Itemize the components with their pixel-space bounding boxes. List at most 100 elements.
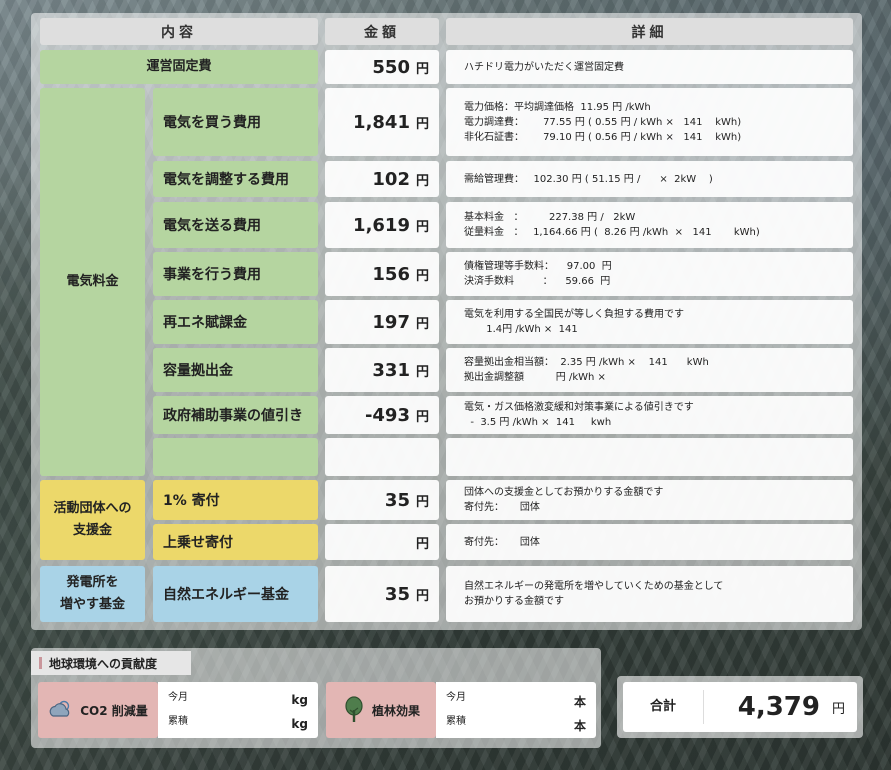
yen-unit: 円 (415, 588, 429, 604)
category-support: 活動団体への 支援金 (40, 480, 145, 560)
detail-line: 債権管理等手数料： 97.00 円 (464, 261, 612, 272)
tree-icon (345, 696, 363, 722)
row-buy-detail: 電力価格：平均調達価格 11.95 円 /kWh 電力調達費： 77.55 円 … (446, 88, 853, 156)
detail-line: 従量料金 ： 1,164.66 円 ( 8.26 円 /kWh × 141 kW… (464, 227, 760, 238)
row-fixed-detail: ハチドリ電力がいただく運営固定費 (446, 50, 853, 84)
detail-line: 自然エネルギーの発電所を増やしていくための基金として (464, 581, 724, 592)
amount-value: 197 (372, 311, 410, 333)
row-send-label: 電気を送る費用 (153, 202, 318, 248)
row-subsidy-detail: 電気・ガス価格激変緩和対策事業による値引きです - 3.5 円 /kWh × 1… (446, 396, 853, 434)
category-line: 活動団体への (53, 501, 132, 516)
row-subsidy-amount: -493 円 (325, 396, 439, 434)
yen-unit: 円 (415, 219, 429, 235)
detail-line: 基本料金 ： 227.38 円 / 2kW (464, 212, 636, 223)
row-fixed-amount: 550 円 (325, 50, 439, 84)
trees-this-month-unit: 本 (573, 695, 586, 709)
row-adjust-detail: 需給管理費： 102.30 円 ( 51.15 円 / × 2kW ) (446, 161, 853, 197)
detail-line: 電気を利用する全国民が等しく負担する費用です (464, 309, 684, 320)
yen-unit: 円 (415, 61, 429, 77)
row-buy-amount: 1,841 円 (325, 88, 439, 156)
co2-label-box: CO2 削減量 (38, 682, 158, 738)
yen-unit: 円 (415, 536, 429, 552)
amount-value: 156 (372, 263, 410, 285)
detail-line: 決済手数料 ： 59.66 円 (464, 276, 611, 287)
detail-line: 団体への支援金としてお預かりする金額です (464, 487, 664, 498)
row-fixed-label: 運営固定費 (40, 50, 318, 84)
co2-cumulative-label: 累積 (168, 716, 188, 727)
amount-value: 331 (372, 359, 410, 381)
category-electricity: 電気料金 (40, 88, 145, 476)
detail-line: 電力価格：平均調達価格 11.95 円 /kWh (464, 101, 651, 113)
yen-unit: 円 (415, 316, 429, 332)
row-empty-label (153, 438, 318, 476)
row-empty-detail (446, 438, 853, 476)
trees-values: 今月本 累積本 (436, 682, 596, 738)
row-buy-label: 電気を買う費用 (153, 88, 318, 156)
yen-unit: 円 (415, 364, 429, 380)
co2-label: CO2 削減量 (80, 703, 148, 718)
row-donation1-label: 1% 寄付 (153, 480, 318, 520)
row-fund-detail: 自然エネルギーの発電所を増やしていくための基金として お預かりする金額です (446, 566, 853, 622)
row-business-label: 事業を行う費用 (153, 252, 318, 296)
total-label: 合計 (623, 690, 704, 724)
row-capacity-label: 容量拠出金 (153, 348, 318, 392)
detail-line: 拠出金調整額 円 /kWh × (464, 372, 606, 383)
co2-this-month-label: 今月 (168, 692, 188, 703)
header-amount: 金額 (325, 18, 439, 45)
category-line: 増やす基金 (59, 597, 125, 612)
detail-line: ハチドリ電力がいただく運営固定費 (464, 61, 624, 73)
detail-line: 電力調達費： 77.55 円 ( 0.55 円 / kWh × 141 kWh) (464, 116, 742, 128)
amount-value: 35 (384, 583, 410, 605)
category-plants: 発電所を 増やす基金 (40, 566, 145, 622)
row-fund-amount: 35 円 (325, 566, 439, 622)
detail-line: 電気・ガス価格激変緩和対策事業による値引きです (464, 402, 694, 413)
co2-cumulative-unit: kg (291, 717, 308, 731)
row-send-detail: 基本料金 ： 227.38 円 / 2kW 従量料金 ： 1,164.66 円 … (446, 202, 853, 248)
row-business-detail: 債権管理等手数料： 97.00 円 決済手数料 ： 59.66 円 (446, 252, 853, 296)
cloud-icon (49, 700, 70, 717)
row-adjust-amount: 102 円 (325, 161, 439, 197)
amount-value: 35 (384, 489, 410, 511)
trees-label-box: 植林効果 (326, 682, 436, 738)
yen-unit: 円 (415, 494, 429, 510)
co2-values: 今月 kg 累積 kg (158, 682, 318, 738)
row-adjust-label: 電気を調整する費用 (153, 161, 318, 197)
row-subsidy-label: 政府補助事業の値引き (153, 396, 318, 434)
amount-value: 1,841 (353, 111, 410, 133)
category-line: 発電所を (66, 575, 119, 590)
yen-unit: 円 (415, 268, 429, 284)
row-empty-amount (325, 438, 439, 476)
detail-line: 寄付先： 団体 (464, 502, 540, 513)
co2-this-month-unit: kg (291, 693, 308, 707)
trees-label: 植林効果 (371, 703, 420, 718)
row-fund-label: 自然エネルギー基金 (153, 566, 318, 622)
detail-line: 非化石証書： 79.10 円 ( 0.56 円 / kWh × 141 kWh) (464, 131, 742, 143)
amount-value: 102 (372, 168, 410, 190)
row-donation2-label: 上乗せ寄付 (153, 524, 318, 560)
detail-line: 容量拠出金相当額： 2.35 円 /kWh × 141 kWh (464, 357, 709, 368)
amount-value: -493 (364, 404, 410, 426)
contribution-title: 地球環境への貢献度 (31, 651, 191, 675)
total-value: 4,379 (737, 692, 820, 722)
row-send-amount: 1,619 円 (325, 202, 439, 248)
row-business-amount: 156 円 (325, 252, 439, 296)
yen-unit: 円 (415, 173, 429, 189)
amount-value: 550 (372, 56, 410, 78)
trees-cumulative-label: 累積 (446, 716, 466, 727)
row-donation2-detail: 寄付先： 団体 (446, 524, 853, 560)
row-renewable-amount: 197 円 (325, 300, 439, 344)
category-line: 支援金 (72, 523, 112, 538)
row-capacity-detail: 容量拠出金相当額： 2.35 円 /kWh × 141 kWh 拠出金調整額 円… (446, 348, 853, 392)
row-renewable-detail: 電気を利用する全国民が等しく負担する費用です 1.4円 /kWh × 141 (446, 300, 853, 344)
total-unit: 円 (831, 701, 845, 717)
detail-line: 需給管理費： 102.30 円 ( 51.15 円 / × 2kW ) (464, 173, 713, 185)
row-renewable-label: 再エネ賦課金 (153, 300, 318, 344)
trees-cumulative-unit: 本 (573, 719, 586, 733)
amount-value: 1,619 (353, 214, 410, 236)
yen-unit: 円 (415, 409, 429, 425)
row-donation1-detail: 団体への支援金としてお預かりする金額です 寄付先： 団体 (446, 480, 853, 520)
total-box: 合計 4,379 円 (623, 682, 857, 732)
detail-line: 寄付先： 団体 (464, 536, 540, 548)
detail-line: お預かりする金額です (464, 596, 564, 607)
header-detail: 詳細 (446, 18, 853, 45)
